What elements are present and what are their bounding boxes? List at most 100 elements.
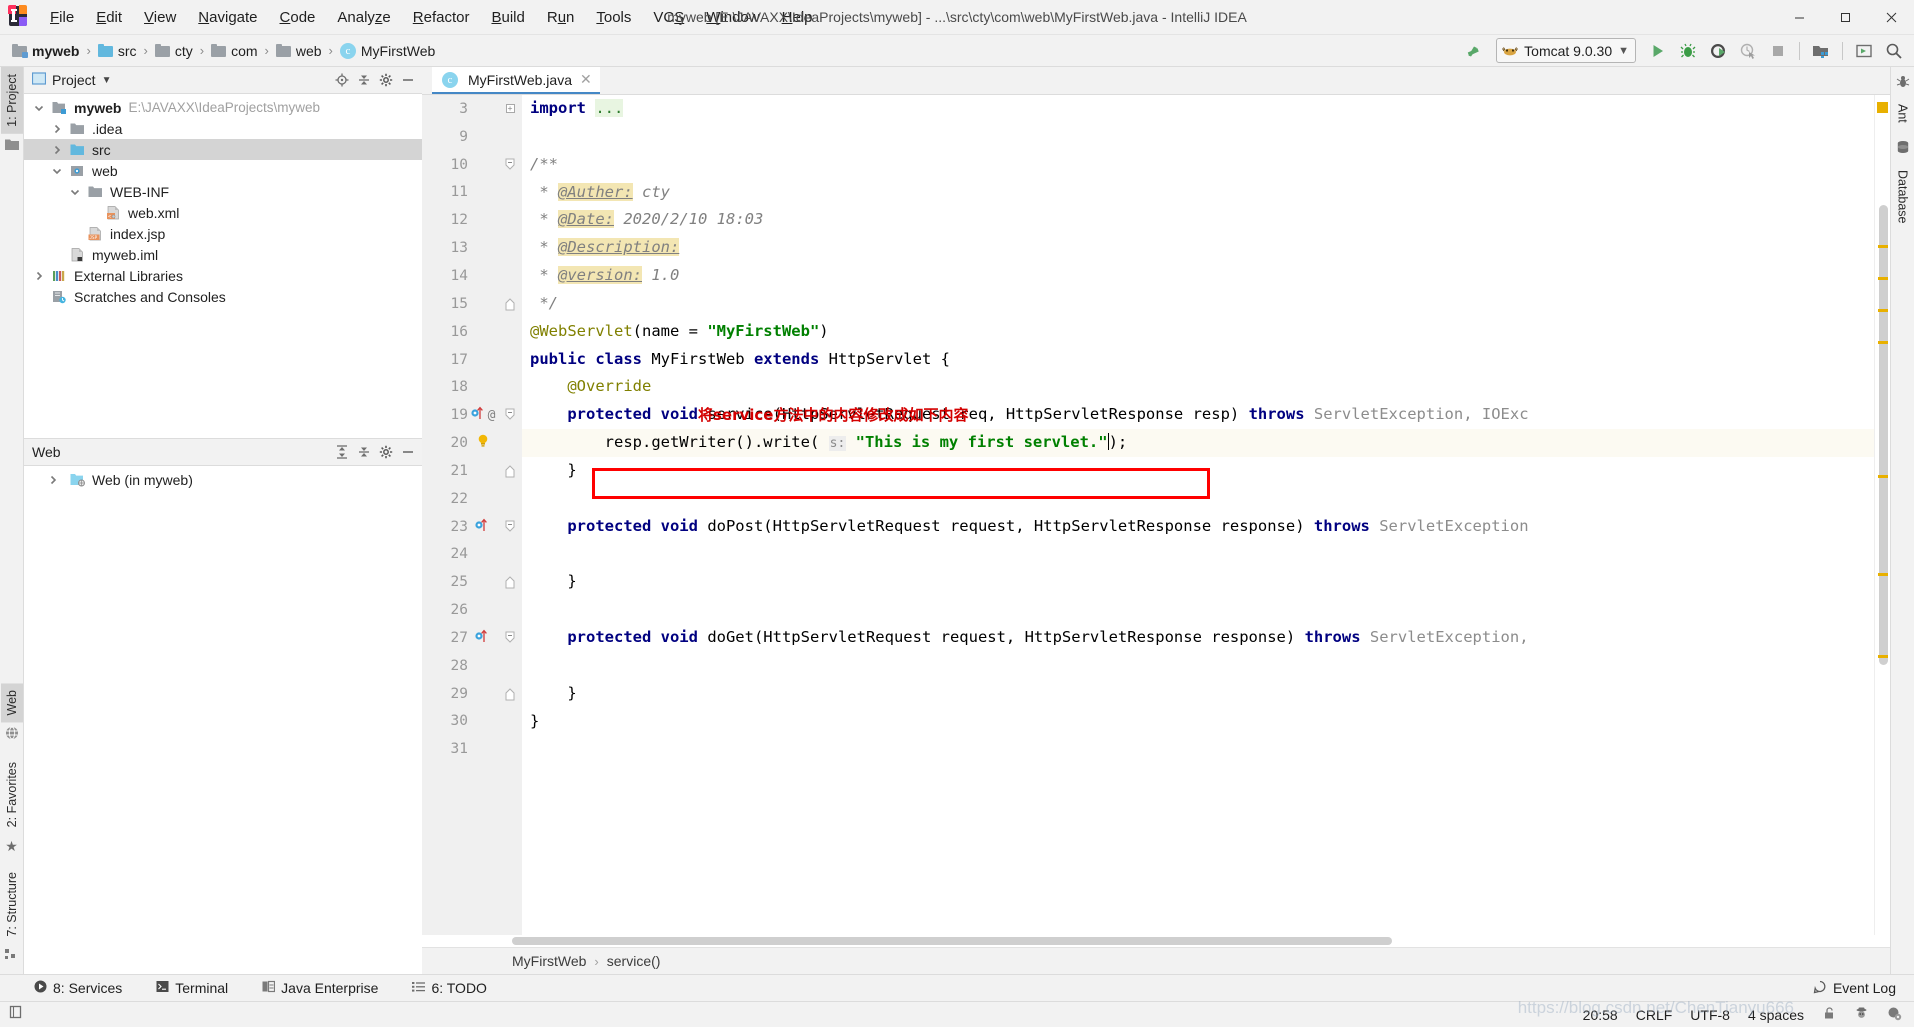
gutter-line-17[interactable]: 17 [422,346,522,374]
background-tasks-icon[interactable] [1887,1006,1902,1024]
code-marker[interactable] [1878,655,1888,658]
menu-build[interactable]: Build [480,6,535,29]
annotation-gutter-icon[interactable]: @ [488,407,496,423]
stop-button[interactable] [1764,38,1792,64]
gutter-line-31[interactable]: 31 [422,735,522,763]
hide-panel-icon[interactable] [398,70,418,90]
code-marker[interactable] [1878,245,1888,248]
gutter-line-27[interactable]: 27 [422,624,522,652]
gutter-line-24[interactable]: 24 [422,541,522,569]
gutter-line-16[interactable]: 16 [422,318,522,346]
status-caret-position[interactable]: 20:58 [1583,1007,1618,1023]
menu-window[interactable]: Window [695,6,770,29]
gutter-markers[interactable] [468,518,498,536]
navbar-crumb-src[interactable]: src [94,41,141,61]
menu-tools[interactable]: Tools [585,6,642,29]
collapse-all-icon[interactable] [354,442,374,462]
gutter-line-29[interactable]: 29 [422,680,522,708]
navbar-crumb-com[interactable]: com [207,41,261,61]
folded-imports[interactable]: ... [595,99,624,117]
chevron-down-icon[interactable] [50,164,64,178]
gutter-line-23[interactable]: 23 [422,513,522,541]
chevron-right-icon[interactable] [32,269,46,283]
sidebar-tab-ant[interactable]: Ant [1892,97,1914,130]
event-log-button[interactable]: Event Log [1809,978,1900,999]
gutter-line-18[interactable]: 18 [422,373,522,401]
menu-help[interactable]: Help [771,6,824,29]
menu-view[interactable]: View [133,6,187,29]
implementing-gutter-icon[interactable] [475,518,491,536]
editor-gutter[interactable]: 3 +9 10 11 12 13 14 15 16 17 18 19 @20 21 22 23 24 25 26 27… [422,95,522,935]
run-with-coverage-button[interactable] [1704,38,1732,64]
menu-navigate[interactable]: Navigate [187,6,268,29]
project-panel-title-group[interactable]: Project ▼ [31,72,111,88]
run-button[interactable] [1644,38,1672,64]
navbar-crumb-web[interactable]: web [272,41,326,61]
deploy-target-button[interactable] [1850,38,1878,64]
tree-row[interactable]: External Libraries [24,265,422,286]
breadcrumb-method[interactable]: service() [607,953,661,969]
chevron-down-icon[interactable] [32,101,46,115]
menu-file[interactable]: File [39,6,85,29]
gutter-line-28[interactable]: 28 [422,652,522,680]
tree-row[interactable]: < web.xml [24,202,422,223]
gutter-line-30[interactable]: 30 [422,708,522,736]
fold-control-open[interactable] [498,158,522,172]
breadcrumb-class[interactable]: MyFirstWeb [512,953,586,969]
menu-vcs[interactable]: VCS [642,6,695,29]
gutter-line-26[interactable]: 26 [422,596,522,624]
build-project-button[interactable] [1460,38,1488,64]
editor-tab-myfirstweb-java[interactable]: c MyFirstWeb.java ✕ [432,67,600,94]
maximize-button[interactable] [1822,0,1868,35]
bottom-tab-todo[interactable]: 6: TODO [408,978,491,998]
gutter-line-13[interactable]: 13 [422,234,522,262]
tree-row[interactable]: JSP index.jsp [24,223,422,244]
sidebar-tab-web[interactable]: Web [0,682,23,723]
editor-marker-track[interactable] [1874,95,1890,935]
run-configuration-selector[interactable]: Tomcat 9.0.30 ▼ [1496,38,1636,63]
vertical-scrollbar-thumb[interactable] [1879,205,1888,665]
status-file-encoding[interactable]: UTF-8 [1690,1007,1730,1023]
fold-control-close[interactable] [498,575,522,589]
navbar-crumb-myweb[interactable]: myweb [8,41,83,61]
web-tree[interactable]: Web (in myweb) [24,466,422,974]
locate-file-icon[interactable] [332,70,352,90]
warning-marker[interactable] [1877,102,1888,113]
tree-row[interactable]: src [24,139,422,160]
chevron-right-icon[interactable] [50,122,64,136]
hide-panel-icon[interactable] [398,442,418,462]
editor-viewport[interactable]: 3 +9 10 11 12 13 14 15 16 17 18 19 @20 21 22 23 24 25 26 27… [422,95,1890,935]
minimize-button[interactable] [1776,0,1822,35]
collapse-all-icon[interactable] [354,70,374,90]
lock-icon[interactable] [1822,1006,1836,1023]
fold-control-close[interactable] [498,687,522,701]
override-gutter-icon[interactable] [470,406,487,424]
search-everywhere-button[interactable] [1880,38,1908,64]
gutter-line-3[interactable]: 3 + [422,95,522,123]
close-button[interactable] [1868,0,1914,35]
chevron-down-icon[interactable] [68,185,82,199]
tree-row[interactable]: myweb E:\JAVAXX\IdeaProjects\myweb [24,97,422,118]
code-marker[interactable] [1878,309,1888,312]
close-tab-icon[interactable]: ✕ [580,71,592,88]
gutter-line-19[interactable]: 19 @ [422,401,522,429]
intention-bulb-icon[interactable] [476,433,490,453]
expand-all-icon[interactable] [332,442,352,462]
fold-control-close[interactable] [498,297,522,311]
sidebar-tab-project[interactable]: 1: Project [0,67,23,134]
navbar-crumb-myfirstweb[interactable]: c MyFirstWeb [336,41,439,61]
chevron-right-icon[interactable] [46,473,60,487]
gutter-line-25[interactable]: 25 [422,568,522,596]
gutter-markers[interactable]: @ [468,406,498,424]
code-content[interactable]: import ... /** * @Auther: cty * @Date: 2… [522,95,1874,935]
gutter-markers[interactable] [468,433,498,453]
settings-gear-icon[interactable] [376,70,396,90]
menu-refactor[interactable]: Refactor [402,6,481,29]
profile-button[interactable] [1734,38,1762,64]
tree-row[interactable]: myweb.iml [24,244,422,265]
fold-control-close[interactable] [498,464,522,478]
gutter-line-12[interactable]: 12 [422,206,522,234]
gutter-line-11[interactable]: 11 [422,179,522,207]
expand-fold-icon[interactable]: + [505,104,515,114]
fold-control-open[interactable] [498,631,522,645]
